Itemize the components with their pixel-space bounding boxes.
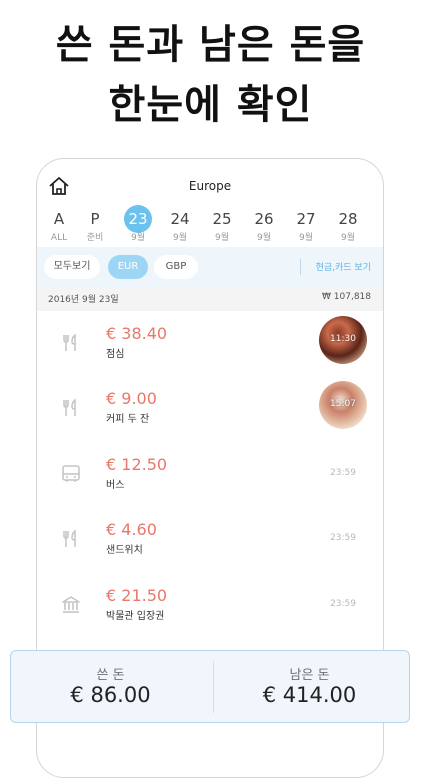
day-tab-sub: 9월: [214, 233, 229, 243]
expense-time: 23:59: [330, 468, 356, 478]
spent-summary: 쓴 돈 € 86.00: [11, 651, 210, 722]
bus-icon: [62, 465, 80, 482]
date-header: 2016년 9월 23일 ₩ 107,818: [37, 287, 383, 311]
museum-icon: [62, 596, 80, 613]
expense-time: 23:59: [330, 533, 356, 543]
day-tab-num: A: [53, 210, 65, 228]
day-tab-num: P: [90, 210, 100, 228]
day-tab-23[interactable]: 23 9월: [120, 205, 156, 243]
expense-time: 15:07: [330, 399, 356, 409]
fork-knife-icon: [63, 529, 76, 547]
day-tab-sub: 9월: [340, 233, 355, 243]
trip-title: Europe: [188, 179, 232, 193]
expense-item[interactable]: € 12.50 버스 23:59: [37, 442, 383, 507]
expense-amount: € 12.50: [106, 455, 168, 474]
top-bar: Europe: [37, 159, 383, 199]
expense-time: 11:30: [330, 334, 356, 344]
day-tab-num: 24: [170, 210, 190, 228]
currency-filter-bar: 모두보기 EUR GBP 현금,카드 보기: [37, 247, 383, 287]
expense-item[interactable]: € 38.40 점심 11:30: [37, 311, 383, 376]
day-tab-prep[interactable]: P 준비: [77, 205, 113, 243]
expense-amount: € 9.00: [106, 389, 157, 408]
expense-amount: € 21.50: [106, 586, 168, 605]
day-tab-num: 28: [338, 210, 358, 228]
remaining-value: € 414.00: [262, 683, 357, 707]
headline-line-2: 한눈에 확인: [108, 82, 313, 128]
filter-chip-eur[interactable]: EUR: [108, 255, 148, 279]
expense-memo: 커피 두 잔: [106, 414, 150, 425]
remaining-summary: 남은 돈 € 414.00: [210, 651, 409, 722]
filter-chip-all[interactable]: 모두보기: [44, 255, 100, 279]
date-label: 2016년 9월 23일: [48, 295, 119, 305]
day-tab-num: 25: [212, 210, 232, 228]
expense-memo: 박물관 입장권: [106, 611, 165, 622]
day-tab-sub: 9월: [172, 233, 187, 243]
fork-knife-icon: [63, 333, 76, 351]
summary-panel: 쓴 돈 € 86.00 남은 돈 € 414.00: [10, 650, 410, 723]
day-tab-num: 27: [296, 210, 316, 228]
expense-time: 23:59: [330, 599, 356, 609]
day-total: ₩ 107,818: [322, 292, 371, 302]
filter-divider: [300, 259, 301, 275]
day-tab-sub: 9월: [256, 233, 271, 243]
day-tab-all[interactable]: A ALL: [41, 205, 77, 243]
expense-amount: € 38.40: [106, 324, 168, 343]
day-tabs: A ALL P 준비 23 9월 24 9월 25 9월 26 9월 27 9월…: [37, 205, 383, 247]
expense-item[interactable]: € 4.60 샌드위치 23:59: [37, 507, 383, 572]
expense-memo: 점심: [106, 349, 125, 360]
headline-line-1: 쓴 돈과 남은 돈을: [55, 22, 366, 68]
day-tab-sub: 9월: [130, 233, 145, 243]
day-tab-num: 26: [254, 210, 274, 228]
filter-chip-gbp[interactable]: GBP: [154, 255, 198, 279]
expense-item[interactable]: € 21.50 박물관 입장권 23:59: [37, 573, 383, 638]
spent-label: 쓴 돈: [96, 668, 125, 683]
day-tab-num: 23: [124, 205, 152, 233]
day-tab-sub: 준비: [86, 233, 104, 243]
day-tab-25[interactable]: 25 9월: [204, 205, 240, 243]
day-tab-24[interactable]: 24 9월: [162, 205, 198, 243]
expense-memo: 버스: [106, 480, 125, 491]
expense-item[interactable]: € 9.00 커피 두 잔 15:07: [37, 376, 383, 441]
day-tab-27[interactable]: 27 9월: [288, 205, 324, 243]
day-tab-28[interactable]: 28 9월: [330, 205, 366, 243]
spent-value: € 86.00: [70, 683, 151, 707]
cash-card-toggle[interactable]: 현금,카드 보기: [316, 260, 371, 273]
expense-amount: € 4.60: [106, 520, 157, 539]
expense-memo: 샌드위치: [106, 545, 143, 556]
expense-photo[interactable]: 11:30: [319, 316, 367, 364]
remaining-label: 남은 돈: [289, 668, 330, 683]
day-tab-sub: 9월: [298, 233, 313, 243]
day-tab-sub: ALL: [50, 233, 68, 243]
expense-photo[interactable]: 15:07: [319, 381, 367, 429]
day-tab-26[interactable]: 26 9월: [246, 205, 282, 243]
fork-knife-icon: [63, 398, 76, 416]
